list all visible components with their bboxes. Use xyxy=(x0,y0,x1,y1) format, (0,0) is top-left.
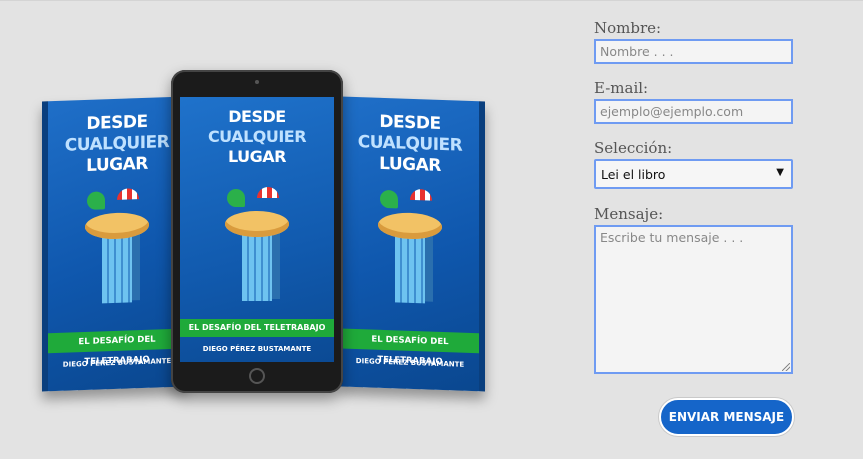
home-button-icon xyxy=(249,368,265,384)
book-mockup-image: DESDE CUALQUIER LUGAR EL DESAFÍO DEL TEL… xyxy=(38,67,488,397)
book-title: DESDE CUALQUIER LUGAR xyxy=(180,107,334,167)
tablet-screen: DESDE CUALQUIER LUGAR EL DESAFÍO DEL TEL… xyxy=(180,97,334,362)
selection-value: Lei el libro xyxy=(601,167,666,182)
book-subtitle: EL DESAFÍO DEL TELETRABAJO xyxy=(180,319,334,337)
tablet-device: DESDE CUALQUIER LUGAR EL DESAFÍO DEL TEL… xyxy=(171,70,343,393)
island-tower-illustration xyxy=(217,185,297,305)
island-tower-illustration xyxy=(370,185,450,308)
name-label: Nombre: xyxy=(594,19,662,37)
book-title-line2: CUALQUIER xyxy=(207,127,307,146)
email-label: E-mail: xyxy=(594,79,649,97)
book-title: DESDE CUALQUIER LUGAR xyxy=(48,110,186,178)
book-author: DIEGO PÉREZ BUSTAMANTE xyxy=(202,345,312,353)
send-message-button[interactable]: ENVIAR MENSAJE xyxy=(659,398,794,436)
book-cover-right: DESDE CUALQUIER LUGAR EL DESAFÍO DEL TEL… xyxy=(341,96,485,392)
name-input[interactable] xyxy=(594,39,793,64)
page: DESDE CUALQUIER LUGAR EL DESAFÍO DEL TEL… xyxy=(0,0,863,458)
selection-dropdown[interactable]: Lei el libro ▼ xyxy=(594,159,793,189)
message-textarea[interactable] xyxy=(594,225,793,374)
resize-grip-icon[interactable] xyxy=(782,363,790,371)
email-input[interactable] xyxy=(594,99,793,124)
triangle-down-icon: ▼ xyxy=(776,167,784,178)
message-label: Mensaje: xyxy=(594,205,664,223)
selection-label: Selección: xyxy=(594,139,673,157)
book-title: DESDE CUALQUIER LUGAR xyxy=(341,110,479,178)
contact-form: Nombre: E-mail: Selección: Lei el libro … xyxy=(594,1,804,459)
book-subtitle: EL DESAFÍO DEL TELETRABAJO xyxy=(48,328,186,367)
island-tower-illustration xyxy=(77,185,157,308)
book-subtitle: EL DESAFÍO DEL TELETRABAJO xyxy=(341,328,479,367)
camera-icon xyxy=(255,80,259,84)
book-title-line1: DESDE xyxy=(228,107,286,126)
book-cover-left: DESDE CUALQUIER LUGAR EL DESAFÍO DEL TEL… xyxy=(42,96,186,392)
book-title-line3: LUGAR xyxy=(228,147,286,166)
